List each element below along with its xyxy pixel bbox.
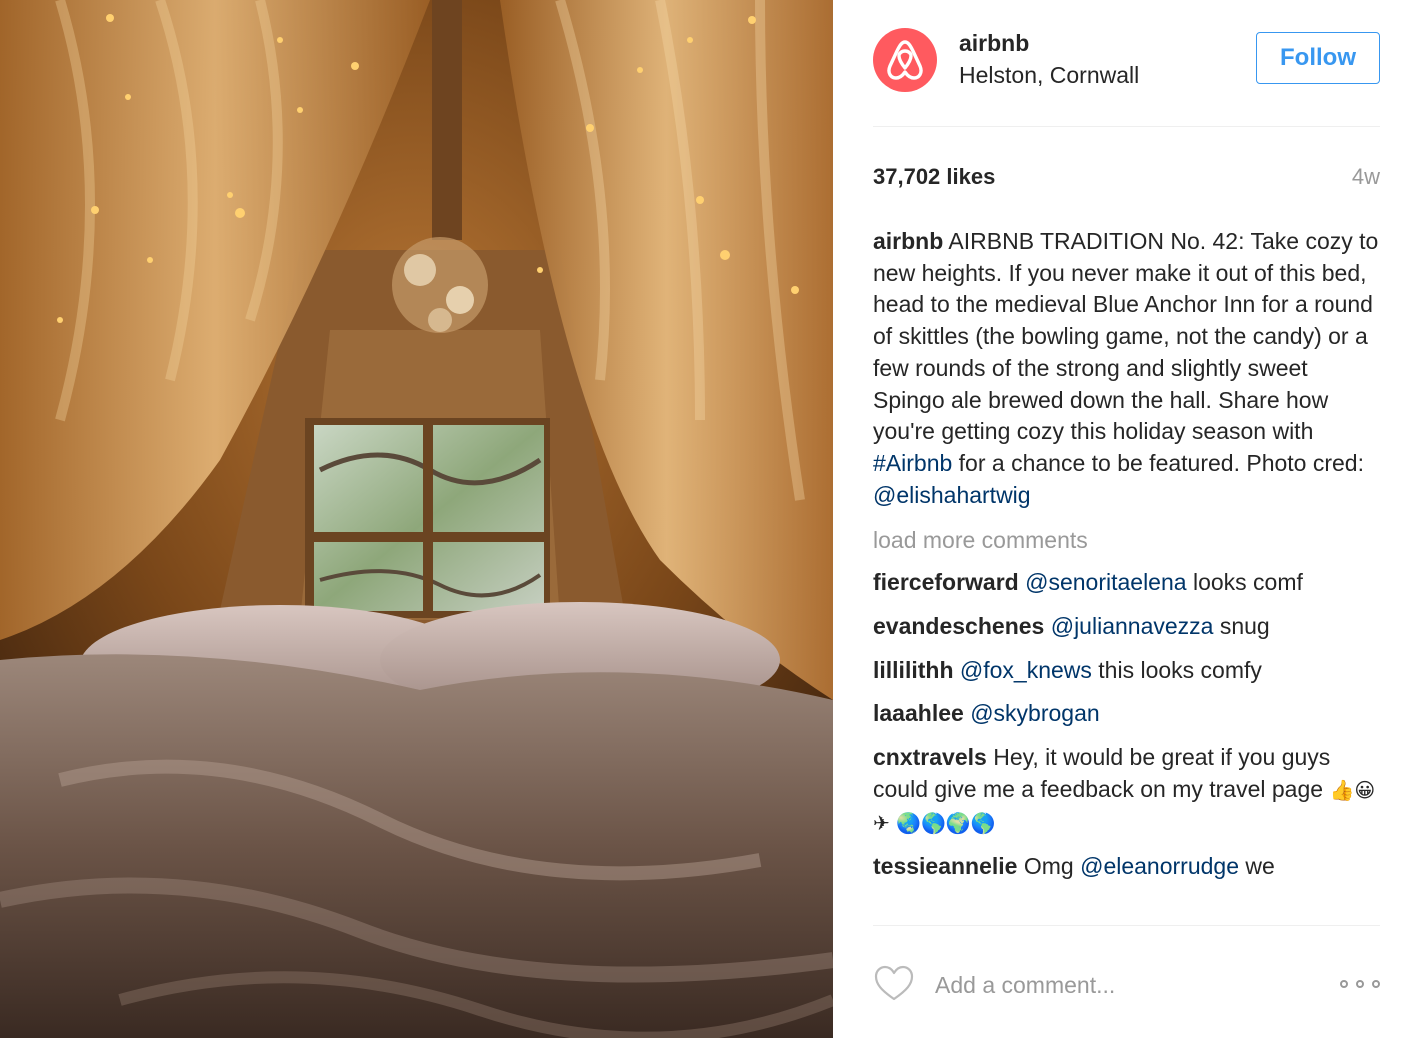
comment-item: laaahlee @skybrogan <box>873 698 1380 730</box>
add-comment-input[interactable] <box>935 966 1305 1004</box>
airbnb-logo-icon <box>887 40 923 80</box>
comment-item: fierceforward @senoritaelena looks comf <box>873 567 1380 599</box>
likes-row: 37,702 likes 4w <box>873 164 1380 194</box>
comment-item: evandeschenes @juliannavezza snug <box>873 611 1380 643</box>
post-photo[interactable] <box>0 0 833 1038</box>
comment-text: Omg <box>1017 853 1081 880</box>
comment-username[interactable]: lillilithh <box>873 657 954 683</box>
caption-text: AIRBNB TRADITION No. 42: Take cozy to ne… <box>873 228 1379 445</box>
instagram-post: airbnb Helston, Cornwall Follow 37,702 l… <box>0 0 1416 1038</box>
comment-text: looks comf <box>1186 569 1303 596</box>
photo-credit-mention[interactable]: @elishahartwig <box>873 482 1031 508</box>
comment-text: snug <box>1213 613 1270 640</box>
load-more-comments-link[interactable]: load more comments <box>873 525 1380 555</box>
comment-mention[interactable]: @eleanorrudge <box>1080 853 1239 879</box>
more-options-icon[interactable] <box>1340 972 1380 996</box>
bedroom-photo-image <box>0 0 833 1038</box>
comment-item: tessieannelie Omg @eleanorrudge we <box>873 851 1380 883</box>
comment-username[interactable]: evandeschenes <box>873 613 1044 639</box>
comment-text: this looks comfy <box>1091 656 1262 683</box>
hashtag-link[interactable]: #Airbnb <box>873 450 952 476</box>
post-username[interactable]: airbnb <box>959 30 1029 57</box>
more-dot <box>1372 980 1380 988</box>
caption-text-2: for a chance to be featured. Photo cred: <box>952 449 1364 476</box>
follow-button[interactable]: Follow <box>1256 32 1380 84</box>
heart-icon[interactable] <box>873 964 915 1002</box>
post-header: airbnb Helston, Cornwall Follow <box>873 28 1380 127</box>
comment-username[interactable]: laaahlee <box>873 700 964 726</box>
post-location[interactable]: Helston, Cornwall <box>959 62 1139 89</box>
more-dot <box>1340 980 1348 988</box>
comment-item: lillilithh @fox_knews this looks comfy <box>873 655 1380 687</box>
likes-count[interactable]: 37,702 likes <box>873 164 995 190</box>
comment-username[interactable]: tessieannelie <box>873 853 1017 879</box>
avatar[interactable] <box>873 28 937 92</box>
comment-mention[interactable]: @juliannavezza <box>1051 613 1214 639</box>
comment-username[interactable]: fierceforward <box>873 569 1019 595</box>
comment-mention[interactable]: @senoritaelena <box>1025 569 1186 595</box>
comments-section: airbnb AIRBNB TRADITION No. 42: Take coz… <box>873 226 1380 926</box>
comment-mention[interactable]: @skybrogan <box>970 700 1099 726</box>
comment-bar <box>873 958 1380 1014</box>
post-timestamp[interactable]: 4w <box>1352 164 1380 190</box>
comment-item: cnxtravels Hey, it would be great if you… <box>873 742 1380 839</box>
comment-text-2: we <box>1239 853 1275 880</box>
post-caption: airbnb AIRBNB TRADITION No. 42: Take coz… <box>873 226 1380 511</box>
comment-username[interactable]: cnxtravels <box>873 744 987 770</box>
comment-mention[interactable]: @fox_knews <box>960 657 1092 683</box>
post-details-panel: airbnb Helston, Cornwall Follow 37,702 l… <box>833 0 1416 1038</box>
more-dot <box>1356 980 1364 988</box>
caption-username[interactable]: airbnb <box>873 228 943 254</box>
